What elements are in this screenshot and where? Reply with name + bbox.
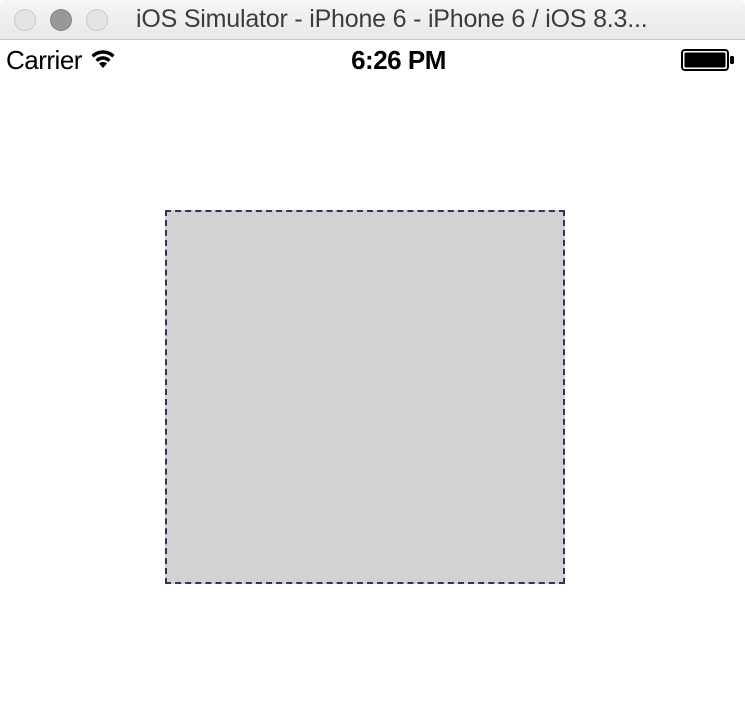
window-titlebar: iOS Simulator - iPhone 6 - iPhone 6 / iO… (0, 0, 745, 40)
sim-content (0, 80, 745, 705)
ios-status-bar: Carrier 6:26 PM (0, 40, 745, 80)
minimize-window-button[interactable] (50, 9, 72, 31)
wifi-icon (90, 50, 116, 70)
dashed-box (165, 210, 565, 584)
status-left: Carrier (6, 45, 116, 76)
traffic-lights (14, 9, 108, 31)
carrier-label: Carrier (6, 45, 82, 76)
status-right (681, 49, 735, 71)
battery-icon (681, 49, 735, 71)
close-window-button[interactable] (14, 9, 36, 31)
clock: 6:26 PM (351, 45, 446, 76)
zoom-window-button[interactable] (86, 9, 108, 31)
window-title: iOS Simulator - iPhone 6 - iPhone 6 / iO… (118, 5, 731, 34)
